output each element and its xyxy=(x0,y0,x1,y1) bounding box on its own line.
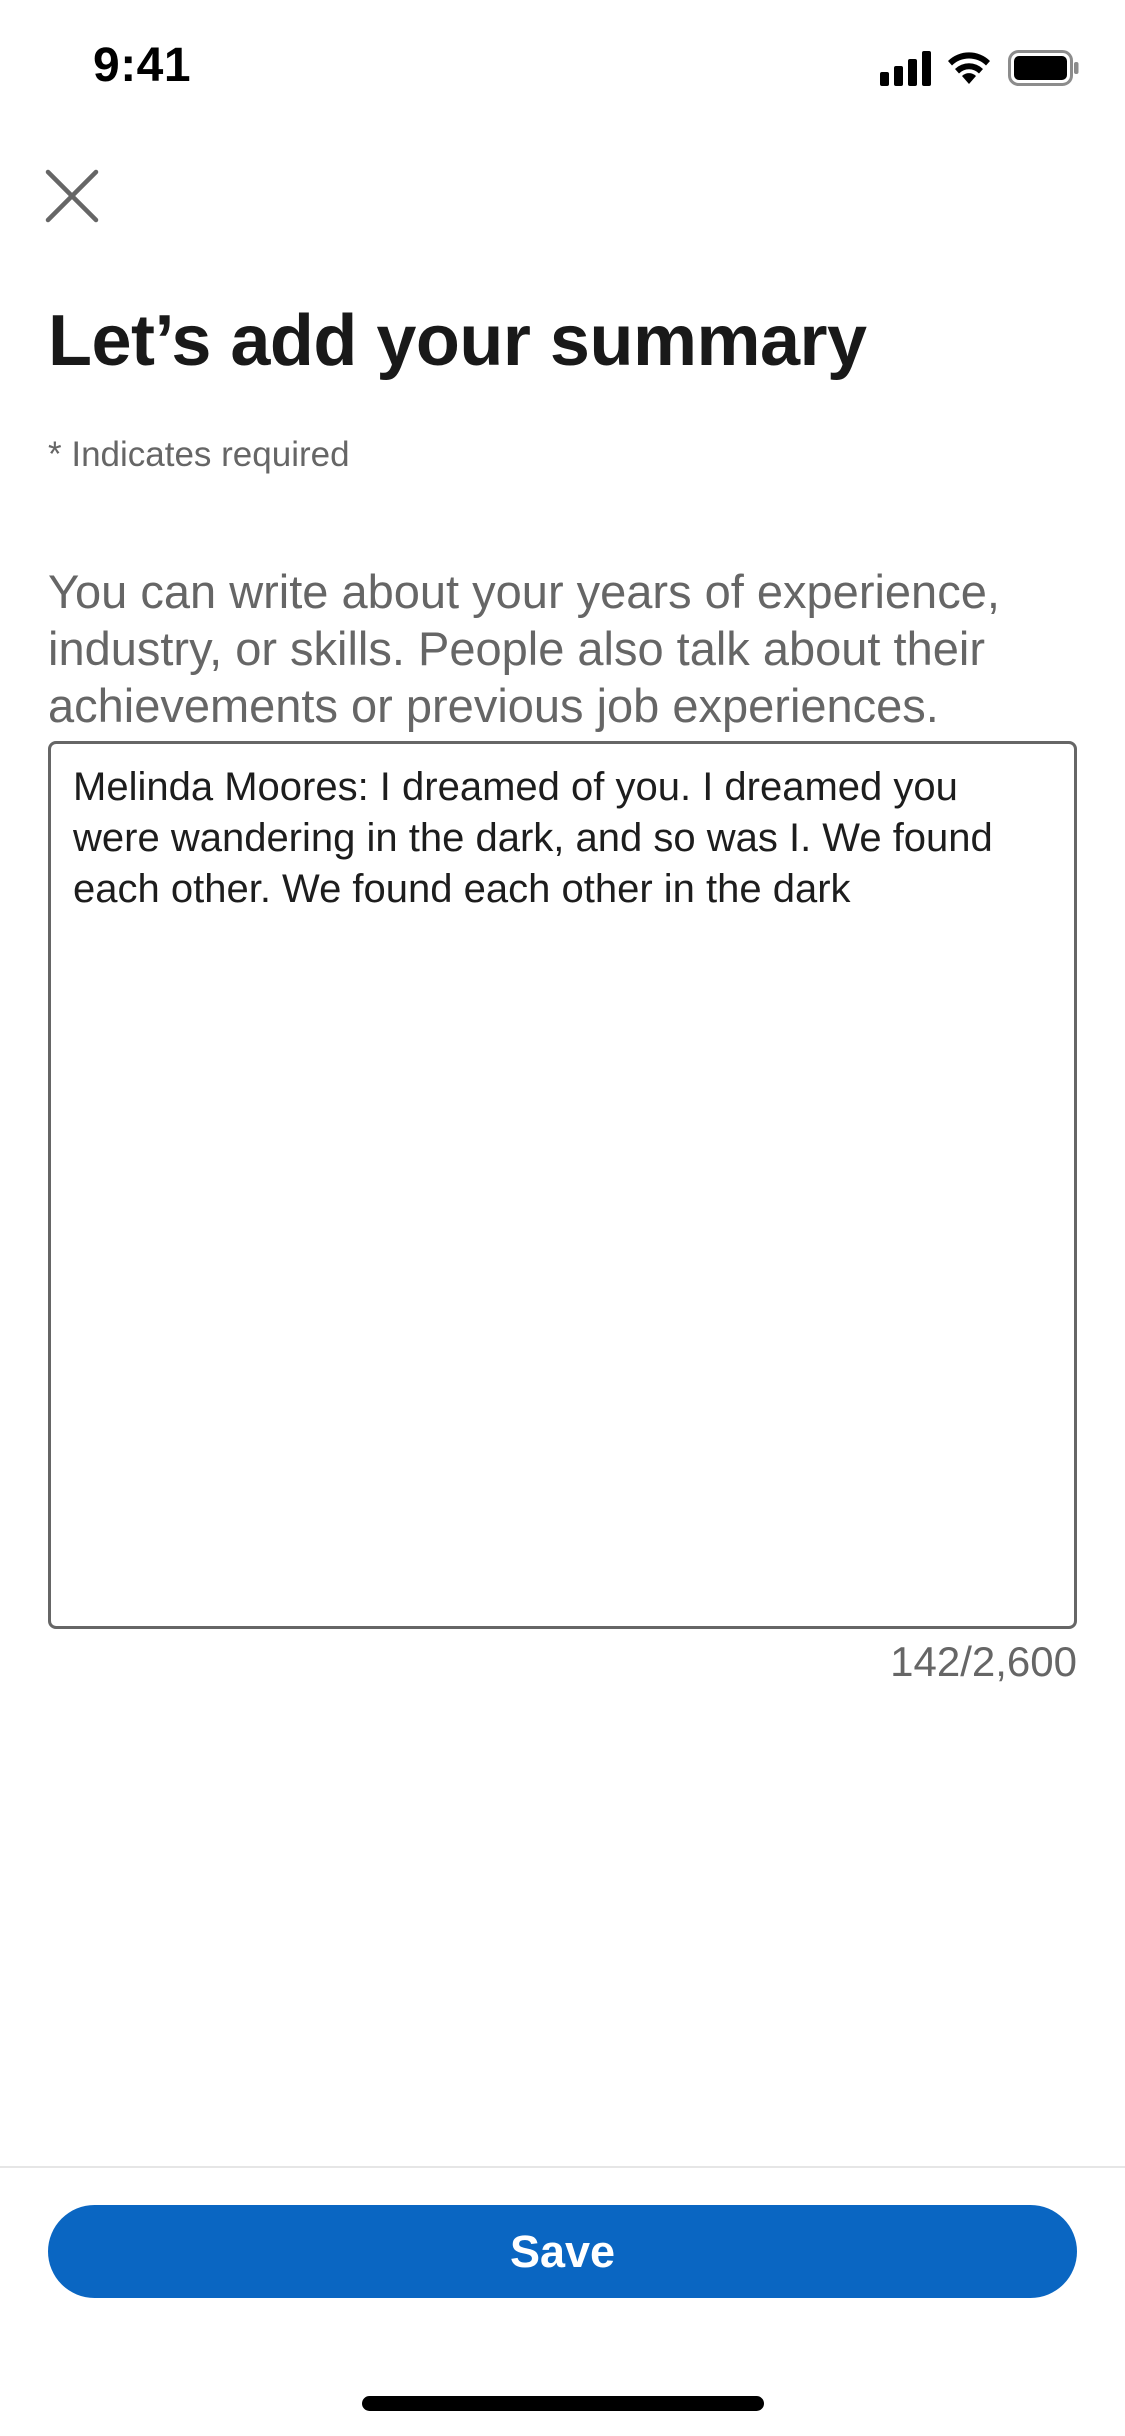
battery-icon xyxy=(1008,50,1079,86)
status-bar: 9:41 xyxy=(0,0,1125,132)
home-indicator[interactable] xyxy=(362,2396,764,2411)
character-count: 142/2,600 xyxy=(890,1638,1077,1685)
summary-help-text: You can write about your years of experi… xyxy=(48,565,1000,732)
required-note: * Indicates required xyxy=(48,435,350,474)
save-button[interactable]: Save xyxy=(48,2205,1077,2298)
signal-icon xyxy=(880,50,932,86)
footer-divider xyxy=(0,2166,1125,2168)
summary-field[interactable] xyxy=(48,741,1077,1629)
status-time: 9:41 xyxy=(93,39,192,92)
wifi-icon xyxy=(948,52,990,84)
close-button[interactable] xyxy=(36,160,108,232)
page-title: Let’s add your summary xyxy=(48,301,867,381)
summary-input[interactable] xyxy=(73,762,1052,1608)
close-icon xyxy=(45,169,99,223)
